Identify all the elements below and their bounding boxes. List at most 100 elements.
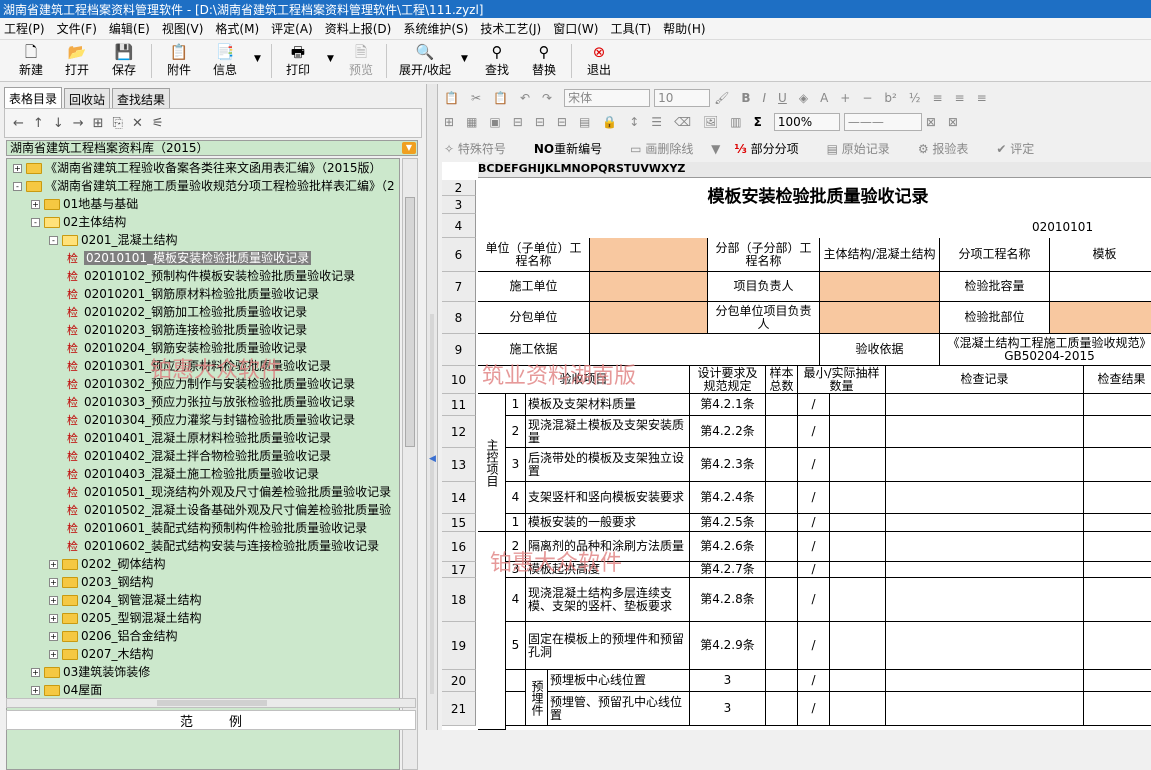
row-header[interactable]: 13 [442,448,476,482]
format-painter-icon[interactable]: 🖌 [714,91,729,105]
tree-folder[interactable]: +03建筑装饰装修 [31,663,150,681]
item-number[interactable]: 1 [506,514,526,532]
exit-button[interactable]: ⊗ 退出 [584,42,614,78]
row-header[interactable]: 12 [442,416,476,448]
sample-total-header[interactable]: 样本总数 [766,366,798,394]
tree-item[interactable]: 检 02010202_钢筋加工检验批质量验收记录 [67,303,307,321]
item-description[interactable]: 模板起拱高度 [526,562,690,578]
row-header[interactable]: 3 [442,196,476,214]
menu-evaluate[interactable]: 评定(A) [271,20,313,37]
font-color-icon[interactable]: A [820,91,828,105]
construction-basis-label[interactable]: 施工依据 [478,334,590,366]
item-number[interactable]: 2 [506,532,526,562]
tree-item[interactable]: 检 02010401_混凝土原材料检验批质量验收记录 [67,429,331,447]
clause-reference[interactable]: 第4.2.8条 [690,578,766,622]
delete-icon[interactable]: ✕ [132,116,143,131]
collapse-left-icon[interactable]: ◀ [429,454,436,464]
sample-slash[interactable]: / [798,394,830,416]
acceptance-basis-label[interactable]: 验收依据 [820,334,940,366]
row-header[interactable]: 9 [442,334,476,366]
check-result-cell[interactable] [1084,394,1151,416]
row-header[interactable]: 6 [442,238,476,272]
chevron-down-icon[interactable]: ▼ [402,142,416,154]
open-button[interactable]: 📂 打开 [62,42,92,78]
cut-icon[interactable]: ✂ [471,91,481,105]
row-header[interactable]: 7 [442,272,476,302]
batch-location-label[interactable]: 检验批部位 [940,302,1050,334]
save-button[interactable]: 💾 保存 [109,42,139,78]
item-number[interactable]: 4 [506,578,526,622]
tree-item[interactable]: 检 02010402_混凝土拌合物检验批质量验收记录 [67,447,331,465]
item-description[interactable]: 后浇带处的模板及支架独立设置 [526,448,690,482]
clause-reference[interactable]: 第4.2.6条 [690,532,766,562]
tree-item[interactable]: 检 02010101_模板安装检验批质量验收记录 [67,249,312,267]
menu-file[interactable]: 文件(F) [57,20,97,37]
arrow-up-icon[interactable]: ↑ [33,116,44,131]
copy-icon[interactable]: ⎘ [113,116,123,131]
item-description[interactable]: 支架竖杆和竖向模板安装要求 [526,482,690,514]
sample-slash[interactable]: / [798,562,830,578]
find-button[interactable]: ⚲ 查找 [482,42,512,78]
check-record-cell[interactable] [886,692,1084,726]
item-number[interactable] [506,692,526,726]
check-record-cell[interactable] [886,670,1084,692]
expand-icon[interactable]: + [31,686,40,695]
tree-folder[interactable]: +0204_钢管混凝土结构 [49,591,202,609]
row-header[interactable]: 16 [442,532,476,562]
menu-report[interactable]: 资料上报(D) [325,20,392,37]
check-result-header[interactable]: 检查结果 [1084,366,1151,394]
check-result-cell[interactable] [1084,622,1151,670]
expand-icon[interactable]: + [31,668,40,677]
unit-name-label[interactable]: 单位（子单位）工程名称 [478,238,590,272]
renumber-button[interactable]: NO重新编号 [534,140,616,157]
tree-folder[interactable]: +0203_钢结构 [49,573,154,591]
item-name-value[interactable]: 模板 [1050,238,1151,272]
item-description[interactable]: 现浇混凝土模板及支架安装质量 [526,416,690,448]
tree-item[interactable]: 检 02010304_预应力灌浆与封锚检验批质量验收记录 [67,411,355,429]
info-button[interactable]: 📑 信息 [210,42,240,78]
sample-slash[interactable]: / [798,578,830,622]
tree-item[interactable]: 检 02010403_混凝土施工检验批质量验收记录 [67,465,319,483]
cell-icon[interactable]: ▣ [489,115,500,129]
spreadsheet-grid[interactable]: BCDEFGHIJKLMNOPQRSTUVWXYZ 模板安装检验批质量验收记录 … [442,162,1151,730]
acceptance-standard-value[interactable]: 《混凝土结构工程施工质量验收规范》GB50204-2015 [940,334,1151,366]
line-spacing-icon[interactable]: ↕ [629,115,639,129]
align-center-icon[interactable]: ≡ [955,91,965,105]
eraser-icon[interactable]: ⌫ [674,115,691,129]
font-select[interactable]: 宋体 [564,89,651,107]
sample-actual-cell[interactable] [830,670,886,692]
check-result-cell[interactable] [1084,482,1151,514]
sample-actual-cell[interactable] [830,448,886,482]
tree-item[interactable]: 检 02010303_预应力张拉与放张检验批质量验收记录 [67,393,355,411]
row-header[interactable]: 4 [442,214,476,238]
fill-color-icon[interactable]: ◈ [799,91,808,105]
menu-tools[interactable]: 工具(T) [610,20,651,37]
row-header[interactable]: 11 [442,394,476,416]
check-result-cell[interactable] [1084,532,1151,562]
sample-total-cell[interactable] [766,482,798,514]
sample-actual-cell[interactable] [830,532,886,562]
row-header[interactable]: 10 [442,366,476,394]
check-result-cell[interactable] [1084,670,1151,692]
sample-total-cell[interactable] [766,514,798,532]
sample-total-cell[interactable] [766,670,798,692]
tree-folder[interactable]: - 02主体结构 [31,213,126,231]
sample-slash[interactable]: / [798,448,830,482]
font-size-select[interactable]: 10 [654,89,711,107]
check-result-cell[interactable] [1084,692,1151,726]
subcontractor-label[interactable]: 分包单位 [478,302,590,334]
division-name-value[interactable]: 主体结构/混凝土结构 [820,238,940,272]
tree-item[interactable]: 检 02010201_钢筋原材料检验批质量验收记录 [67,285,319,303]
check-item-header[interactable]: 验收项目 [478,366,690,394]
embedded-parts-label[interactable]: 预埋件 [526,670,548,726]
evaluate-button[interactable]: ✔ 评定 [996,140,1048,157]
batch-capacity-input[interactable] [1050,272,1151,302]
item-number[interactable]: 3 [506,562,526,578]
zoom-select[interactable]: 100% [773,113,840,131]
lock-icon[interactable]: 🔒 [602,115,617,129]
sample-total-cell[interactable] [766,448,798,482]
clipboard-icon[interactable]: 📋 [493,91,508,105]
clause-reference[interactable]: 第4.2.3条 [690,448,766,482]
tree-folder[interactable]: +0207_木结构 [49,645,154,663]
paste-icon[interactable]: 📋 [444,91,459,105]
